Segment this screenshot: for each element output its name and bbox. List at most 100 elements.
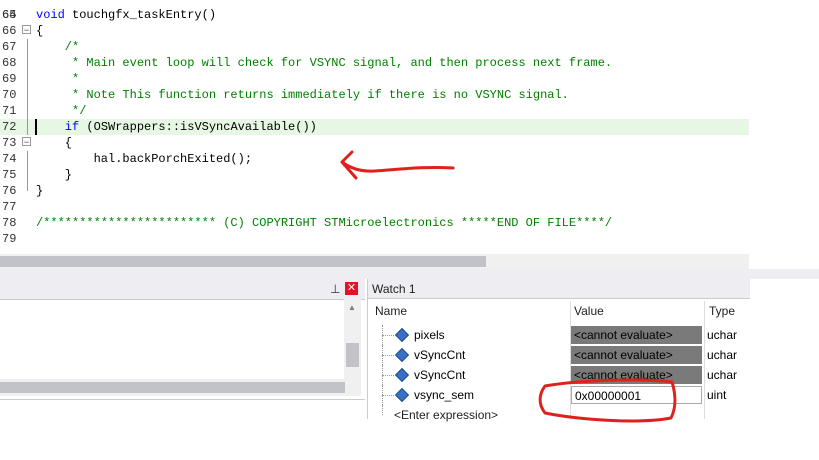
tree-branch — [382, 335, 394, 336]
code-token: { — [36, 136, 73, 150]
scroll-thumb[interactable] — [0, 382, 345, 393]
watch-variable-value[interactable]: <cannot evaluate> — [571, 326, 702, 344]
watch-row[interactable]: vsync_sem 0x00000001 uint — [368, 385, 750, 405]
scroll-thumb[interactable] — [346, 343, 359, 367]
enter-expression-row[interactable]: <Enter expression> — [368, 405, 750, 425]
line-number: 78 — [2, 216, 17, 230]
code-text: * — [36, 71, 79, 87]
fold-guide — [27, 167, 28, 183]
code-line[interactable]: 78 /************************ (C) COPYRIGH… — [0, 215, 749, 231]
watch-row[interactable]: vSyncCnt <cannot evaluate> uchar — [368, 345, 750, 365]
line-number: 66 — [2, 24, 17, 38]
line-number: 67 — [2, 40, 17, 54]
code-token: (OSWrappers::isVSyncAvailable()) — [79, 120, 317, 134]
tree-branch — [382, 375, 394, 376]
watch-variable-type: uint — [707, 388, 727, 402]
code-text: hal.backPorchExited(); — [36, 151, 252, 167]
code-editor[interactable]: 64 65 void touchgfx_taskEntry() 66−{67 /* 6… — [0, 0, 749, 254]
fold-guide — [27, 103, 28, 119]
watch-variable-name[interactable]: pixels — [414, 325, 445, 345]
code-line[interactable]: 70 * Note This function returns immediat… — [0, 87, 749, 103]
watch-variable-type: uchar — [707, 328, 738, 342]
code-line[interactable]: 66−{ — [0, 23, 749, 39]
fold-guide — [27, 39, 28, 55]
watch-panel: Watch 1 Name Value Type pixels <cannot ev… — [367, 279, 750, 422]
watch-row[interactable]: vSyncCnt <cannot evaluate> uchar — [368, 365, 750, 385]
comment-token: /* — [36, 40, 80, 54]
code-text: /************************ (C) COPYRIGHT … — [36, 215, 612, 231]
line-number: 70 — [2, 88, 17, 102]
variable-icon — [394, 367, 410, 383]
code-text: * Note This function returns immediately… — [36, 87, 569, 103]
watch-tab-title[interactable]: Watch 1 — [368, 279, 750, 299]
line-number: 72 — [2, 120, 17, 134]
fold-collapse-icon[interactable]: − — [22, 25, 31, 35]
code-line[interactable]: 67 /* — [0, 39, 749, 55]
code-line[interactable]: 74 hal.backPorchExited(); — [0, 151, 749, 167]
code-token: hal.backPorchExited(); — [36, 152, 253, 166]
code-token: { — [36, 24, 44, 38]
tree-branch — [382, 355, 394, 356]
code-token: } — [36, 184, 44, 198]
keyword-token: if — [36, 120, 80, 134]
fold-guide — [27, 87, 28, 103]
code-text: { — [36, 135, 72, 151]
line-number: 71 — [2, 104, 17, 118]
pin-icon[interactable]: ⊥ — [330, 282, 340, 296]
line-number: 68 — [2, 56, 17, 70]
column-header-value[interactable]: Value — [574, 301, 604, 321]
panel-splitter[interactable] — [0, 269, 819, 279]
fold-guide — [27, 71, 28, 87]
watch-variable-value[interactable]: <cannot evaluate> — [571, 346, 702, 364]
code-line[interactable]: 68 * Main event loop will check for VSYN… — [0, 55, 749, 71]
line-number: 73 — [2, 136, 17, 150]
variable-icon — [394, 347, 410, 363]
enter-expression-placeholder[interactable]: <Enter expression> — [394, 405, 498, 425]
tree-branch — [382, 395, 394, 396]
watch-variable-type: uchar — [707, 368, 738, 382]
code-text: /* — [36, 39, 79, 55]
column-header-type[interactable]: Type — [709, 301, 736, 321]
code-line[interactable]: 73− { — [0, 135, 749, 151]
fold-guide — [27, 183, 28, 191]
watch-variable-name[interactable]: vSyncCnt — [414, 345, 465, 365]
code-line[interactable]: 69 * — [0, 71, 749, 87]
column-header-name[interactable]: Name — [375, 301, 408, 321]
left-panel-horizontal-scrollbar[interactable] — [0, 379, 361, 396]
code-text: */ — [36, 103, 86, 119]
code-text: } — [36, 183, 43, 199]
watch-variable-value[interactable]: <cannot evaluate> — [571, 366, 702, 384]
watch-row[interactable]: pixels <cannot evaluate> uchar — [368, 325, 750, 345]
watch-variable-type: uchar — [707, 348, 738, 362]
fold-collapse-icon[interactable]: − — [22, 137, 31, 147]
watch-variable-name[interactable]: vSyncCnt — [414, 365, 465, 385]
editor-scroll-thumb[interactable] — [0, 256, 486, 267]
code-text: if (OSWrappers::isVSyncAvailable()) — [36, 119, 317, 135]
fold-guide — [27, 55, 28, 71]
keyword-token: void — [36, 8, 65, 22]
code-text: void touchgfx_taskEntry() — [36, 7, 216, 23]
code-line[interactable]: 65 void touchgfx_taskEntry() — [0, 7, 749, 23]
scroll-up-icon[interactable]: ▲ — [348, 303, 356, 312]
watch-variable-name[interactable]: vsync_sem — [414, 385, 474, 405]
line-number: 74 — [2, 152, 17, 166]
fold-guide — [27, 151, 28, 167]
fold-guide — [27, 119, 28, 135]
code-line[interactable]: 71 */ — [0, 103, 749, 119]
comment-token: * — [36, 72, 80, 86]
code-line[interactable]: 76} — [0, 183, 749, 199]
line-number: 75 — [2, 168, 17, 182]
code-text: * Main event loop will check for VSYNC s… — [36, 55, 612, 71]
left-panel-titlebar: ⊥ ✕ — [0, 279, 365, 300]
code-line[interactable]: 75 } — [0, 167, 749, 183]
code-line[interactable]: 72 if (OSWrappers::isVSyncAvailable()) — [0, 119, 749, 135]
watch-variable-value[interactable]: 0x00000001 — [571, 386, 702, 404]
code-line[interactable]: 79 — [0, 231, 749, 247]
comment-token: /************************ (C) COPYRIGHT … — [36, 216, 613, 230]
left-panel-vertical-scrollbar[interactable]: ▲ — [344, 299, 361, 379]
line-number: 79 — [2, 232, 17, 246]
line-number: 77 — [2, 200, 17, 214]
code-line[interactable]: 77 — [0, 199, 749, 215]
comment-token: * Note This function returns immediately… — [36, 88, 569, 102]
close-icon[interactable]: ✕ — [345, 282, 358, 295]
